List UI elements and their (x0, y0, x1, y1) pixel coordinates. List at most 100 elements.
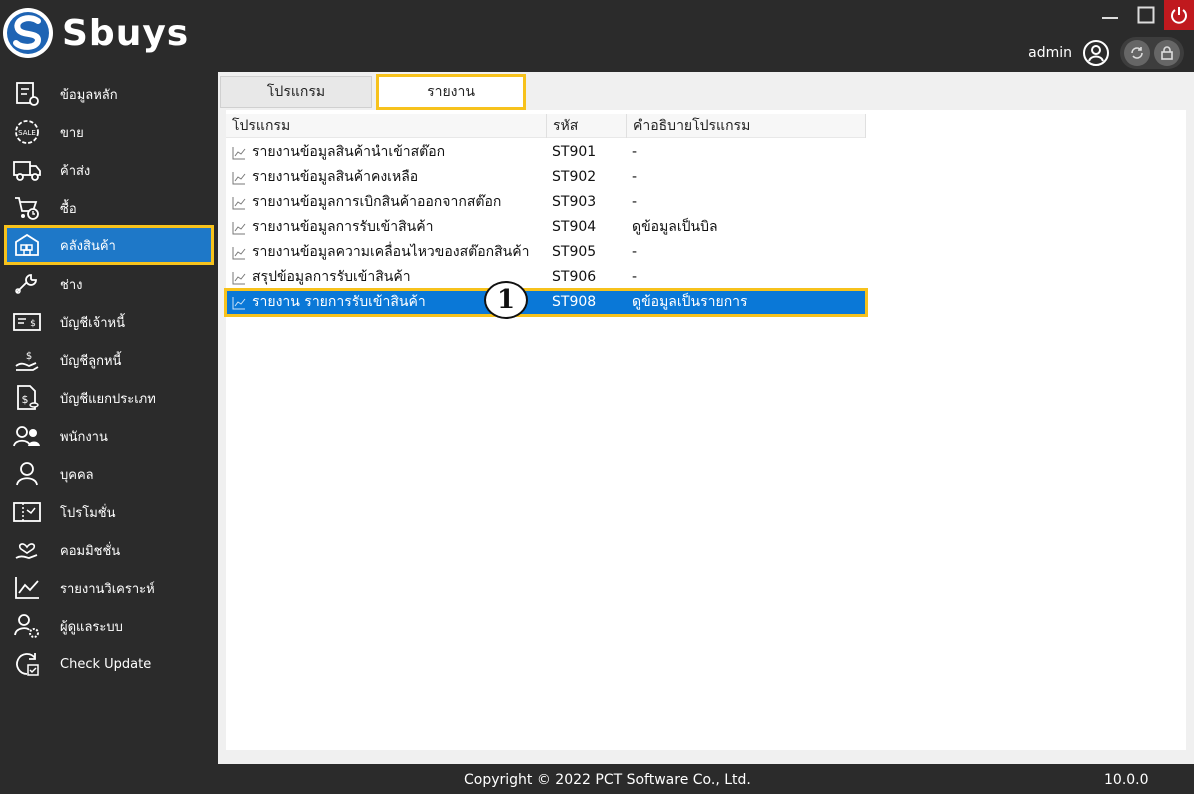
row-program: รายงานข้อมูลการรับเข้าสินค้า (252, 219, 434, 235)
report-chart-icon (232, 196, 246, 209)
report-chart-icon (232, 271, 246, 284)
warehouse-icon (10, 228, 44, 262)
sidebar-item-master-data[interactable]: ข้อมูลหลัก (6, 76, 212, 112)
lock-button[interactable] (1154, 40, 1180, 66)
column-header-program[interactable]: โปรแกรม (226, 114, 546, 138)
app-logo: Sbuys (2, 6, 189, 60)
minimize-button[interactable] (1092, 0, 1128, 30)
power-icon (1171, 7, 1187, 24)
sidebar-item-ledger[interactable]: $ บัญชีแยกประเภท (6, 380, 212, 416)
copyright-text: Copyright © 2022 PCT Software Co., Ltd. (464, 772, 751, 788)
column-header-code[interactable]: รหัส (546, 114, 626, 138)
person-icon (10, 457, 44, 491)
refresh-icon (1131, 47, 1143, 59)
sidebar-item-label: พนักงาน (60, 429, 108, 445)
table-row[interactable]: สรุปข้อมูลการรับเข้าสินค้า ST906 - (226, 265, 866, 290)
header: Sbuys admin (0, 0, 1194, 72)
row-code: ST903 (552, 194, 597, 210)
main-content: โปรแกรม รายงาน โปรแกรม รหัส คำอธิบายโปรแ… (218, 72, 1194, 764)
logo-s-icon (3, 8, 53, 58)
check-update-icon (10, 647, 44, 681)
maximize-icon (1137, 6, 1155, 24)
sidebar-item-wholesale[interactable]: ค้าส่ง (6, 152, 212, 188)
sidebar-item-label: Check Update (60, 656, 152, 672)
sidebar-item-warehouse[interactable]: คลังสินค้า (4, 225, 214, 265)
sidebar-item-technician[interactable]: ช่าง (6, 266, 212, 302)
row-code: ST908 (552, 294, 597, 310)
row-code: ST901 (552, 144, 597, 160)
row-program: รายงาน รายการรับเข้าสินค้า (252, 294, 426, 310)
row-description: ดูข้อมูลเป็นรายการ (632, 294, 748, 310)
employees-icon (10, 419, 44, 453)
row-description: - (632, 169, 638, 185)
lock-icon (1161, 46, 1173, 60)
table-header: โปรแกรม รหัส คำอธิบายโปรแกรม (226, 114, 866, 138)
analytics-icon (10, 571, 44, 605)
report-chart-icon (232, 246, 246, 259)
window-controls (1092, 0, 1194, 30)
settings-doc-icon (10, 77, 44, 111)
sidebar-item-label: ค้าส่ง (60, 163, 91, 179)
table-row[interactable]: รายงานข้อมูลการรับเข้าสินค้า ST904 ดูข้อ… (226, 215, 866, 240)
table-row[interactable]: รายงานข้อมูลการเบิกสินค้าออกจากสต๊อก ST9… (226, 190, 866, 215)
sidebar-item-sale[interactable]: SALE ขาย (6, 114, 212, 150)
row-program: รายงานข้อมูลการเบิกสินค้าออกจากสต๊อก (252, 194, 502, 210)
row-description: - (632, 144, 638, 160)
sidebar-item-label: บัญชีเจ้าหนี้ (60, 315, 125, 331)
sidebar-item-person[interactable]: บุคคล (6, 456, 212, 492)
sidebar-item-label: ผู้ดูแลระบบ (60, 619, 123, 635)
row-program: สรุปข้อมูลการรับเข้าสินค้า (252, 269, 411, 285)
sidebar-item-label: รายงานวิเคราะห์ (60, 581, 155, 597)
table-row[interactable]: รายงานข้อมูลสินค้านำเข้าสต๊อก ST901 - (226, 140, 866, 165)
sidebar-item-label: คอมมิชชั่น (60, 543, 121, 559)
session-controls (1120, 37, 1184, 69)
sidebar-item-analytics[interactable]: รายงานวิเคราะห์ (6, 570, 212, 606)
admin-gear-icon (10, 609, 44, 643)
table-row-selected[interactable]: รายงาน รายการรับเข้าสินค้า ST908 ดูข้อมู… (224, 288, 868, 317)
svg-text:$: $ (22, 393, 29, 406)
app-name: Sbuys (62, 12, 190, 54)
user-area: admin (1028, 37, 1184, 69)
report-chart-icon (232, 296, 246, 309)
minimize-icon (1102, 17, 1118, 19)
sale-badge-icon: SALE (10, 115, 44, 149)
sidebar-item-admin[interactable]: ผู้ดูแลระบบ (6, 608, 212, 644)
sidebar-item-label: บัญชีลูกหนี้ (60, 353, 122, 369)
sidebar-item-payables[interactable]: $ บัญชีเจ้าหนี้ (6, 304, 212, 340)
sidebar-item-label: โปรโมชั่น (60, 505, 116, 521)
sidebar-item-purchase[interactable]: ซื้อ (6, 190, 212, 226)
row-program-cell: รายงานข้อมูลการเบิกสินค้าออกจากสต๊อก (226, 190, 546, 215)
refresh-button[interactable] (1124, 40, 1150, 66)
row-program-cell: รายงานข้อมูลสินค้านำเข้าสต๊อก (226, 140, 546, 165)
sidebar-item-commission[interactable]: คอมมิชชั่น (6, 532, 212, 568)
row-program: รายงานข้อมูลสินค้านำเข้าสต๊อก (252, 144, 446, 160)
row-description: - (632, 194, 638, 210)
row-description: - (632, 244, 638, 260)
commission-icon (10, 533, 44, 567)
sidebar-item-employees[interactable]: พนักงาน (6, 418, 212, 454)
report-chart-icon (232, 221, 246, 234)
sidebar-item-label: คลังสินค้า (60, 238, 116, 254)
step-number-badge: 1 (484, 281, 528, 319)
report-list-panel: โปรแกรม รหัส คำอธิบายโปรแกรม รายงานข้อมู… (224, 110, 1186, 750)
version-text: 10.0.0 (1104, 772, 1149, 788)
sidebar-item-receivables[interactable]: $ บัญชีลูกหนี้ (6, 342, 212, 378)
tab-report[interactable]: รายงาน (376, 74, 526, 110)
user-avatar-icon[interactable] (1082, 39, 1110, 67)
row-description: - (632, 269, 638, 285)
sidebar-item-label: ข้อมูลหลัก (60, 87, 118, 103)
power-button[interactable] (1164, 0, 1194, 30)
row-code: ST902 (552, 169, 597, 185)
sidebar-item-promotion[interactable]: โปรโมชั่น (6, 494, 212, 530)
tab-program[interactable]: โปรแกรม (220, 76, 372, 108)
maximize-button[interactable] (1128, 0, 1164, 30)
table-row[interactable]: รายงานข้อมูลสินค้าคงเหลือ ST902 - (226, 165, 866, 190)
footer: Copyright © 2022 PCT Software Co., Ltd. … (218, 764, 1194, 794)
table-row[interactable]: รายงานข้อมูลความเคลื่อนไหวของสต๊อกสินค้า… (226, 240, 866, 265)
wrench-icon (10, 267, 44, 301)
sidebar-item-label: ซื้อ (60, 201, 77, 217)
sidebar-item-label: บุคคล (60, 467, 94, 483)
column-header-description[interactable]: คำอธิบายโปรแกรม (626, 114, 866, 138)
invoice-icon: $ (10, 305, 44, 339)
sidebar-item-check-update[interactable]: Check Update (6, 646, 212, 682)
